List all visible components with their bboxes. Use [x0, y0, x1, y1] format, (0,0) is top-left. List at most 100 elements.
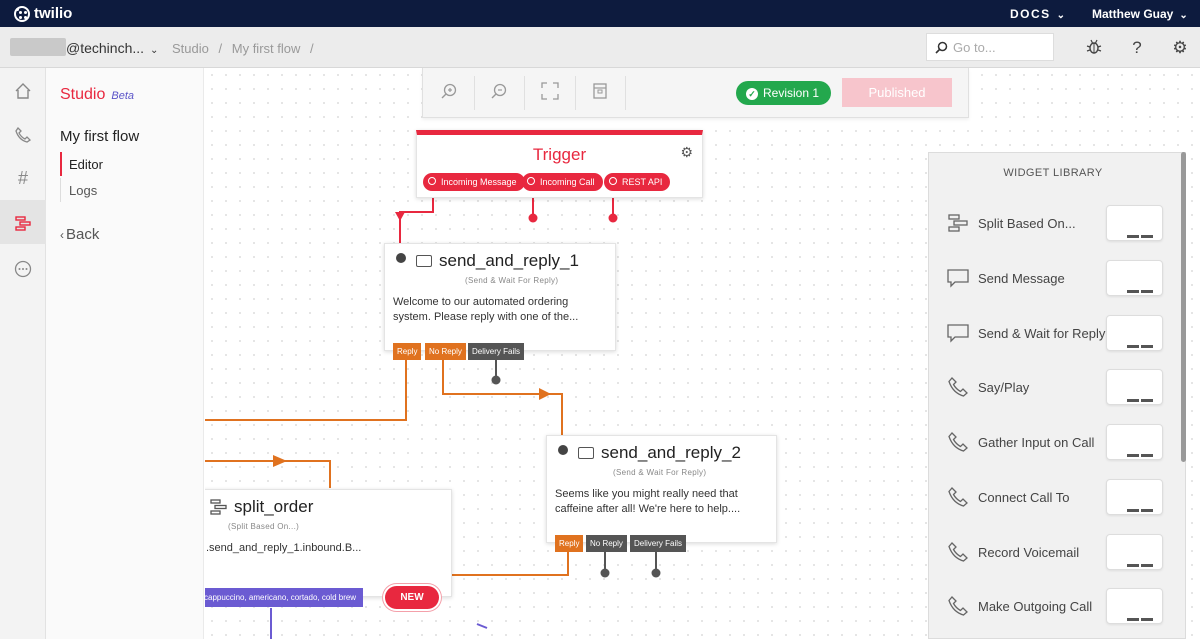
port-incoming-call[interactable]: Incoming Call	[522, 173, 603, 191]
port-no-reply[interactable]: No Reply	[425, 343, 466, 360]
library-item-send-message[interactable]: Send Message	[929, 260, 1177, 314]
input-connector[interactable]	[396, 253, 406, 263]
revision-badge[interactable]: ✓ Revision 1	[736, 81, 832, 105]
canvas-toolbar: ✓ Revision 1 Published	[422, 68, 969, 118]
user-name: Matthew Guay	[1092, 7, 1174, 21]
widget-thumbnail[interactable]	[1106, 424, 1163, 460]
nav-editor[interactable]: Editor	[60, 152, 103, 176]
library-item-make-outgoing-call[interactable]: Make Outgoing Call	[929, 588, 1177, 638]
port-incoming-message[interactable]: Incoming Message	[423, 173, 525, 191]
widget-body: Seems like you might really need that ca…	[555, 488, 741, 515]
widget-thumbnail[interactable]	[1106, 479, 1163, 515]
goto-placeholder: Go to...	[953, 40, 996, 55]
widget-title: send_and_reply_2	[601, 443, 741, 462]
split-icon	[945, 212, 971, 234]
chevron-left-icon: ‹	[60, 228, 64, 242]
library-item-label: Gather Input on Call	[978, 435, 1095, 450]
gears-icon[interactable]: ⚙	[680, 144, 693, 161]
docs-menu[interactable]: DOCS ⌄	[1010, 7, 1067, 21]
library-item-record-voicemail[interactable]: Record Voicemail	[929, 534, 1177, 588]
help-icon[interactable]: ?	[1127, 38, 1147, 58]
chevron-down-icon: ⌄	[1056, 10, 1067, 21]
phone-icon	[945, 376, 971, 398]
chevron-down-icon: ⌄	[150, 45, 159, 56]
goto-search-input[interactable]: Go to...	[926, 33, 1054, 61]
product-rail: #	[0, 68, 46, 639]
home-icon[interactable]	[0, 68, 46, 112]
fit-screen-icon[interactable]	[538, 82, 562, 104]
widget-send-and-reply-1[interactable]: send_and_reply_1 (Send & Wait For Reply)…	[384, 243, 616, 360]
archive-icon[interactable]	[588, 82, 612, 104]
breadcrumb-flow[interactable]: My first flow	[232, 41, 301, 56]
trigger-widget[interactable]: Trigger ⚙ Incoming Message Incoming Call…	[416, 130, 703, 198]
toolbar-divider	[625, 76, 626, 110]
back-label: Back	[66, 226, 100, 243]
gear-icon[interactable]: ⚙	[1170, 38, 1190, 58]
studio-icon[interactable]	[0, 200, 46, 244]
phone-icon[interactable]	[0, 112, 46, 156]
trigger-title: Trigger	[532, 145, 587, 164]
port-reply[interactable]: Reply	[393, 343, 422, 360]
breadcrumb-separator: /	[218, 41, 223, 56]
back-link[interactable]: ‹ Back	[60, 226, 99, 243]
new-transition-button[interactable]: NEW	[385, 586, 439, 609]
studio-title-text: Studio	[60, 86, 106, 103]
input-connector[interactable]	[558, 445, 568, 455]
phone-icon	[945, 486, 971, 508]
library-item-say-play[interactable]: Say/Play	[929, 369, 1177, 423]
phone-icon	[945, 541, 971, 563]
breadcrumb-studio[interactable]: Studio	[172, 41, 209, 56]
account-name: @techinch...	[66, 40, 145, 56]
library-item-connect-call[interactable]: Connect Call To	[929, 479, 1177, 533]
widget-send-and-reply-2[interactable]: send_and_reply_2 (Send & Wait For Reply)…	[546, 435, 777, 552]
port-rest-api[interactable]: REST API	[604, 173, 671, 191]
revision-label: Revision 1	[763, 86, 820, 100]
widget-title: send_and_reply_1	[439, 251, 579, 270]
library-item-gather-input[interactable]: Gather Input on Call	[929, 424, 1177, 478]
user-menu[interactable]: Matthew Guay ⌄	[1092, 7, 1188, 21]
widget-thumbnail[interactable]	[1106, 315, 1163, 351]
studio-title: Studio Beta	[60, 86, 134, 104]
message-icon	[416, 255, 432, 267]
port-delivery-fails[interactable]: Delivery Fails	[468, 343, 525, 360]
widget-thumbnail[interactable]	[1106, 534, 1163, 570]
widget-thumbnail[interactable]	[1106, 369, 1163, 405]
port-reply[interactable]: Reply	[555, 535, 584, 552]
widget-subtitle: (Send & Wait For Reply)	[613, 468, 707, 477]
port-delivery-fails[interactable]: Delivery Fails	[630, 535, 687, 552]
account-redacted	[10, 38, 66, 56]
library-item-split-based-on[interactable]: Split Based On...	[929, 205, 1177, 259]
widget-library-panel: WIDGET LIBRARY Split Based On... Send Me…	[928, 152, 1186, 639]
widget-library-title: WIDGET LIBRARY	[1003, 167, 1103, 179]
nav-logs[interactable]: Logs	[60, 178, 97, 202]
beta-badge: Beta	[111, 90, 135, 102]
twilio-logo-icon	[14, 5, 30, 22]
toolbar-divider	[575, 76, 576, 110]
widget-thumbnail[interactable]	[1106, 260, 1163, 296]
widget-split-order[interactable]: split_order (Split Based On...) .send_an…	[205, 489, 452, 597]
message-reply-icon	[945, 322, 971, 344]
library-scrollbar[interactable]	[1181, 152, 1186, 462]
breadcrumb-bar: @techinch... ⌄ Studio / My first flow / G…	[0, 27, 1200, 68]
publish-button[interactable]: Published	[842, 78, 952, 107]
hash-icon[interactable]: #	[0, 156, 46, 200]
chevron-down-icon: ⌄	[1179, 10, 1188, 21]
flow-name: My first flow	[60, 128, 140, 145]
library-item-label: Send & Wait for Reply	[978, 326, 1106, 341]
twilio-logo[interactable]: twilio	[14, 5, 72, 22]
more-icon[interactable]	[0, 246, 46, 290]
message-icon	[578, 447, 594, 459]
zoom-in-icon[interactable]	[437, 82, 461, 104]
library-item-send-wait-reply[interactable]: Send & Wait for Reply	[929, 315, 1177, 369]
widget-thumbnail[interactable]	[1106, 588, 1163, 624]
account-switcher[interactable]: @techinch... ⌄	[66, 40, 158, 56]
widget-thumbnail[interactable]	[1106, 205, 1163, 241]
port-condition[interactable]: cappuccino, americano, cortado, cold bre…	[205, 588, 363, 607]
phone-icon	[945, 595, 971, 617]
flow-canvas[interactable]: ✓ Revision 1 Published Trigger ⚙ Incoming…	[205, 68, 1200, 639]
bug-icon[interactable]	[1084, 38, 1104, 58]
library-item-label: Send Message	[978, 271, 1065, 286]
toolbar-divider	[524, 76, 525, 110]
zoom-out-icon[interactable]	[487, 82, 511, 104]
port-no-reply[interactable]: No Reply	[586, 535, 627, 552]
